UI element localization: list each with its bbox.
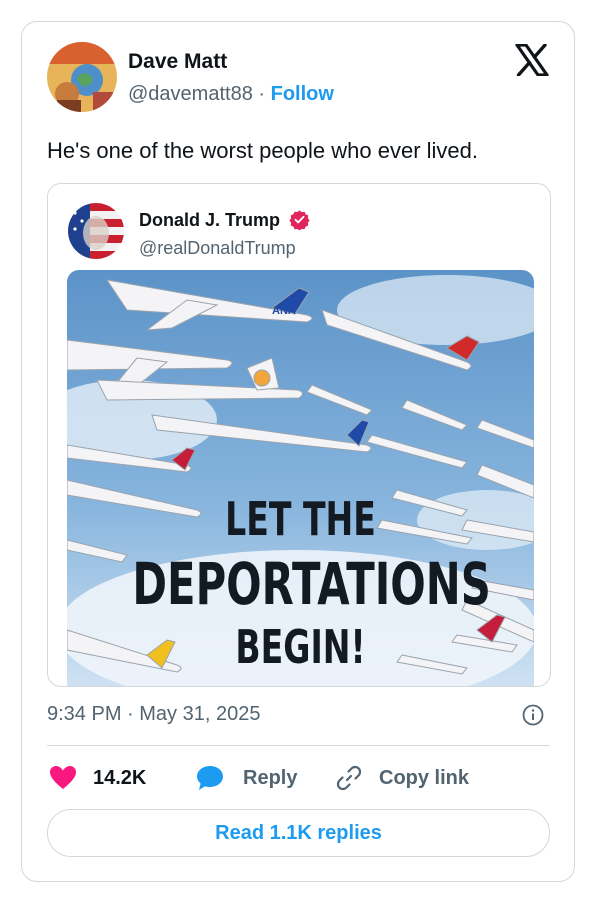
like-button[interactable]: 14.2K: [49, 763, 146, 793]
quoted-author-avatar[interactable]: [68, 203, 124, 259]
quoted-tweet[interactable]: Donald J. Trump @realDonaldTrump ANA LET…: [47, 183, 551, 687]
copy-link-button[interactable]: Copy link: [335, 763, 469, 793]
divider: [47, 745, 550, 746]
link-icon: [335, 764, 363, 792]
quoted-author-name[interactable]: Donald J. Trump: [139, 210, 280, 230]
quoted-media-image[interactable]: ANA LET THE DEPORTATIONS BEGIN!: [67, 270, 534, 686]
read-replies-button[interactable]: Read 1.1K replies: [47, 809, 550, 857]
tweet-text: He's one of the worst people who ever li…: [47, 138, 478, 163]
author-name[interactable]: Dave Matt: [128, 50, 227, 74]
quoted-author-handle[interactable]: @realDonaldTrump: [139, 238, 296, 259]
tweet-timestamp[interactable]: 9:34 PM · May 31, 2025: [47, 703, 260, 726]
copy-link-label: Copy link: [379, 766, 470, 789]
quoted-author-name-row: Donald J. Trump: [139, 209, 310, 231]
like-count: 14.2K: [93, 766, 147, 789]
x-logo-icon[interactable]: [515, 43, 549, 77]
follow-button[interactable]: Follow: [271, 83, 334, 105]
author-avatar[interactable]: [47, 42, 117, 112]
heart-icon: [49, 765, 77, 791]
reply-button[interactable]: Reply: [195, 763, 297, 793]
media-caption-line2: DEPORTATIONS: [132, 550, 491, 618]
verified-badge-icon: [289, 209, 310, 231]
info-icon[interactable]: [522, 704, 544, 726]
handle-separator: ·: [258, 83, 266, 105]
media-caption-line3: BEGIN!: [235, 620, 366, 674]
author-handle-row: @davematt88 · Follow: [128, 83, 334, 106]
author-handle[interactable]: @davematt88: [128, 83, 253, 105]
reply-bubble-icon: [195, 764, 225, 792]
reply-label: Reply: [243, 766, 298, 789]
media-caption-line1: LET THE: [225, 492, 376, 546]
media-plane-mark: ANA: [272, 305, 296, 317]
